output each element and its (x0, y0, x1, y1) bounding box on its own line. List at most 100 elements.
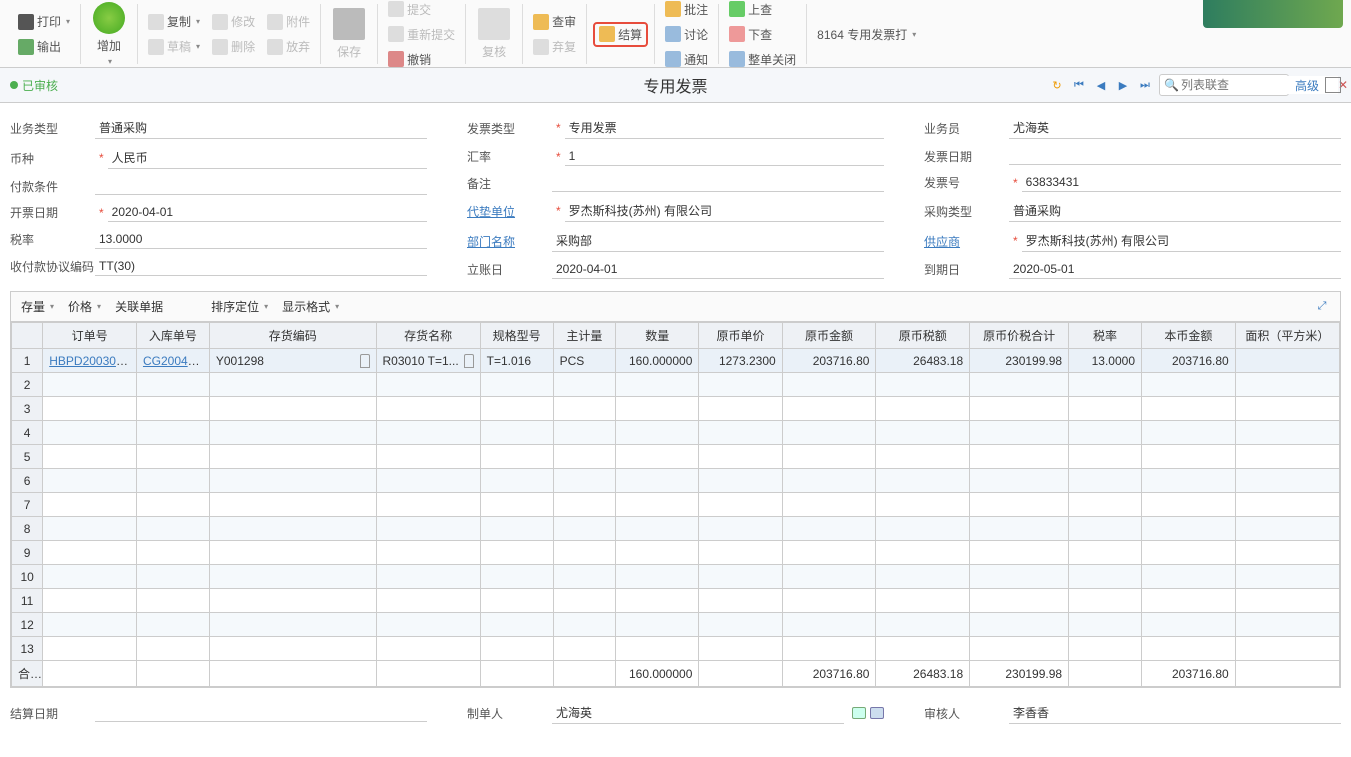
table-row[interactable]: 9 (12, 541, 1340, 565)
page-title: 专用发票 (643, 73, 707, 97)
abandon-icon (267, 39, 283, 55)
col-inbound-no[interactable]: 入库单号 (136, 323, 209, 349)
copy-button[interactable]: 复制▾ (144, 11, 204, 32)
stock-menu[interactable]: 存量▾ (21, 298, 54, 315)
grid-view-icon[interactable] (1325, 77, 1341, 93)
total-with-tax-cell: 230199.98 (970, 349, 1069, 373)
table-row[interactable]: 1 HBPD20030408 CG20040... Y001298 R03010… (12, 349, 1340, 373)
col-tax-amount[interactable]: 原币税额 (876, 323, 970, 349)
user-badge (1203, 0, 1343, 28)
department-label[interactable]: 部门名称 (467, 233, 552, 250)
draft-button: 草稿▾ (144, 36, 204, 57)
attachment-button: 附件 (263, 11, 314, 32)
col-area[interactable]: 面积（平方米） (1235, 323, 1339, 349)
undo-button[interactable]: 撤销 (384, 49, 459, 70)
output-button[interactable]: 输出 (14, 36, 74, 57)
save-icon (333, 8, 365, 40)
currency-label: 币种 (10, 150, 95, 167)
col-unit-price[interactable]: 原币单价 (699, 323, 782, 349)
batch-close-button[interactable]: 整单关闭 (725, 49, 800, 70)
table-row[interactable]: 11 (12, 589, 1340, 613)
settle-icon (599, 26, 615, 42)
fp-date-value (1009, 147, 1341, 165)
printer-icon (18, 14, 34, 30)
first-button[interactable]: ⏮ (1071, 77, 1087, 93)
col-local-amount[interactable]: 本币金额 (1142, 323, 1236, 349)
print-button[interactable]: 打印▾ (14, 11, 74, 32)
search-icon: 🔍 (1164, 78, 1179, 92)
review-icon (533, 14, 549, 30)
status-dot-icon (10, 81, 18, 89)
order-no-link[interactable]: HBPD20030408 (49, 354, 136, 368)
attachment-icon[interactable] (464, 354, 474, 368)
table-row[interactable]: 5 (12, 445, 1340, 469)
col-tax-rate[interactable]: 税率 (1069, 323, 1142, 349)
table-row[interactable]: 4 (12, 421, 1340, 445)
add-button[interactable]: 增加▾ (87, 0, 131, 68)
col-spec[interactable]: 规格型号 (480, 323, 553, 349)
down-check-button[interactable]: 下查 (725, 24, 800, 45)
advanced-link[interactable]: 高级 (1295, 77, 1319, 94)
expand-table-icon[interactable]: ⤢ (1314, 299, 1330, 315)
supplier-label[interactable]: 供应商 (924, 233, 1009, 250)
prev-button[interactable]: ◀ (1093, 77, 1109, 93)
display-menu[interactable]: 显示格式▾ (282, 298, 339, 315)
save-button: 保存 (327, 6, 371, 62)
down-arrow-icon (729, 26, 745, 42)
col-total-with-tax[interactable]: 原币价税合计 (970, 323, 1069, 349)
col-stock-name[interactable]: 存货名称 (376, 323, 480, 349)
creator-label: 制单人 (467, 705, 552, 722)
remark-label: 备注 (467, 175, 552, 192)
table-row[interactable]: 8 (12, 517, 1340, 541)
payment-terms-value (95, 177, 427, 195)
attachment-icon[interactable] (360, 354, 370, 368)
spec-cell: T=1.016 (480, 349, 553, 373)
draft-icon (148, 39, 164, 55)
posting-date-label: 立账日 (467, 261, 552, 278)
up-check-button[interactable]: 上查 (725, 0, 800, 20)
table-row[interactable]: 2 (12, 373, 1340, 397)
invoice-type-label: 发票类型 (467, 120, 552, 137)
amount-cell: 203716.80 (782, 349, 876, 373)
settle-button[interactable]: 结算 (593, 22, 648, 47)
related-menu[interactable]: 关联单据 (115, 298, 163, 315)
col-stock-code[interactable]: 存货编码 (209, 323, 376, 349)
discuss-button[interactable]: 讨论 (661, 24, 712, 45)
recheck-button: 复核 (472, 6, 516, 62)
sort-menu[interactable]: 排序定位▾ (211, 298, 268, 315)
comment-icon-alt[interactable] (870, 707, 884, 719)
price-menu[interactable]: 价格▾ (68, 298, 101, 315)
table-row[interactable]: 7 (12, 493, 1340, 517)
stock-code-cell: Y001298 (216, 354, 264, 368)
submit-icon (388, 1, 404, 17)
table-header-row: 订单号 入库单号 存货编码 存货名称 规格型号 主计量 数量 原币单价 原币金额… (12, 323, 1340, 349)
notify-button[interactable]: 通知 (661, 49, 712, 70)
due-date-label: 到期日 (924, 261, 1009, 278)
print-list-button[interactable]: 8164 专用发票打▾ (813, 24, 920, 45)
advance-unit-label[interactable]: 代垫单位 (467, 203, 552, 220)
inbound-no-link[interactable]: CG20040... (143, 354, 204, 368)
copy-icon (148, 14, 164, 30)
recheck-icon (478, 8, 510, 40)
next-button[interactable]: ▶ (1115, 77, 1131, 93)
col-unit[interactable]: 主计量 (553, 323, 615, 349)
business-type-value: 普通采购 (95, 117, 427, 139)
search-box[interactable]: 🔍 ✕ (1159, 74, 1289, 96)
table-row[interactable]: 13 (12, 637, 1340, 661)
table-row[interactable]: 6 (12, 469, 1340, 493)
refresh-button[interactable]: ↻ (1049, 77, 1065, 93)
review-button[interactable]: 查审 (529, 11, 580, 32)
table-row[interactable]: 10 (12, 565, 1340, 589)
local-amount-cell: 203716.80 (1142, 349, 1236, 373)
table-row[interactable]: 3 (12, 397, 1340, 421)
table-row[interactable]: 12 (12, 613, 1340, 637)
col-order-no[interactable]: 订单号 (43, 323, 137, 349)
last-button[interactable]: ⏭ (1137, 77, 1153, 93)
annotate-button[interactable]: 批注 (661, 0, 712, 20)
col-amount[interactable]: 原币金额 (782, 323, 876, 349)
comment-icon[interactable] (852, 707, 866, 719)
col-qty[interactable]: 数量 (616, 323, 699, 349)
resubmit-button: 重新提交 (384, 24, 459, 45)
export-icon (18, 39, 34, 55)
unit-cell: PCS (553, 349, 615, 373)
